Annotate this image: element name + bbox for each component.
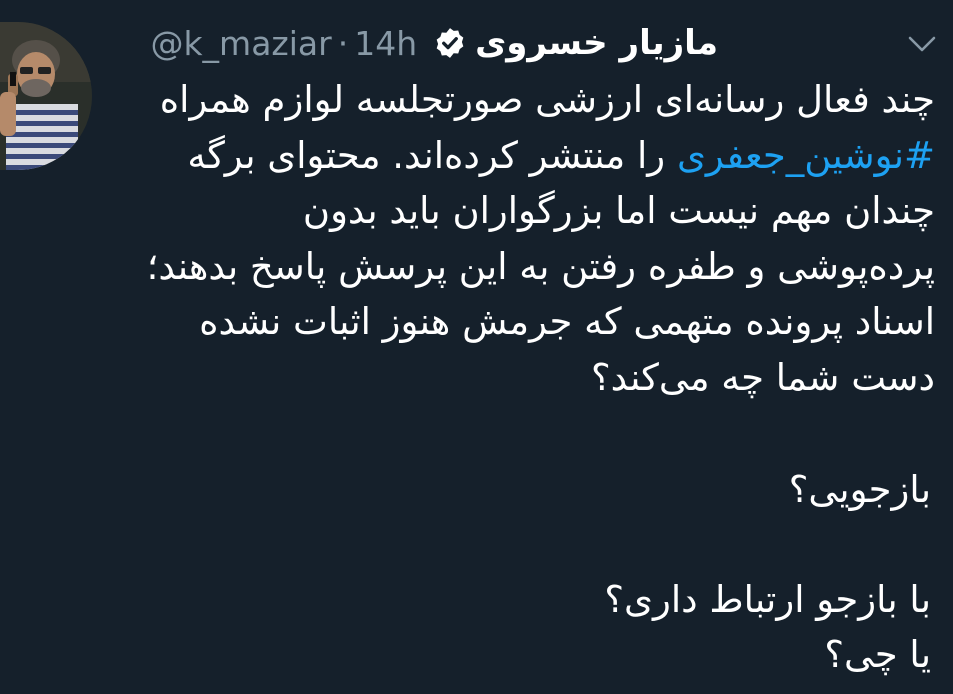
chevron-down-icon[interactable] (907, 34, 937, 54)
tweet-line: #نوشین_جعفری را منتشر کرده‌اند. محتوای ب… (95, 128, 935, 184)
tweet-question: با بازجو ارتباط داری؟ (604, 578, 931, 621)
hashtag-link[interactable]: #نوشین_جعفری (677, 134, 935, 177)
tweet[interactable]: @k_maziar · 14h مازیار خسروی چند فعال رسان… (0, 0, 953, 694)
tweet-line: دست شما چه می‌کند؟ (591, 355, 935, 399)
tweet-question: یا چی؟ (824, 633, 931, 676)
tweet-line: چند فعال رسانه‌ای ارزشی صورتجلسه لوازم ه… (159, 78, 935, 121)
tweet-time[interactable]: 14h (354, 24, 417, 63)
user-handle[interactable]: @k_maziar (150, 24, 331, 63)
tweet-line: چندان مهم نیست اما بزرگواران باید بدون (302, 189, 935, 232)
tweet-meta: @k_maziar · 14h (150, 24, 417, 63)
tweet-line: اسناد پرونده متهمی که جرمش هنوز اثبات نش… (199, 300, 935, 343)
tweet-text: چند فعال رسانه‌ای ارزشی صورتجلسه لوازم ه… (95, 72, 935, 405)
profile-photo-icon (0, 22, 92, 170)
tweet-line: پرده‌پوشی و طفره رفتن به این پرسش پاسخ ب… (146, 244, 935, 288)
tweet-question: بازجویی؟ (788, 468, 931, 511)
avatar[interactable] (0, 22, 92, 170)
tweet-line-text: را منتشر کرده‌اند. محتوای برگه (187, 133, 677, 177)
verified-badge-icon (436, 28, 464, 58)
meta-separator: · (337, 23, 349, 63)
tweet-header: @k_maziar · 14h مازیار خسروی (150, 20, 718, 66)
display-name[interactable]: مازیار خسروی (475, 23, 718, 63)
